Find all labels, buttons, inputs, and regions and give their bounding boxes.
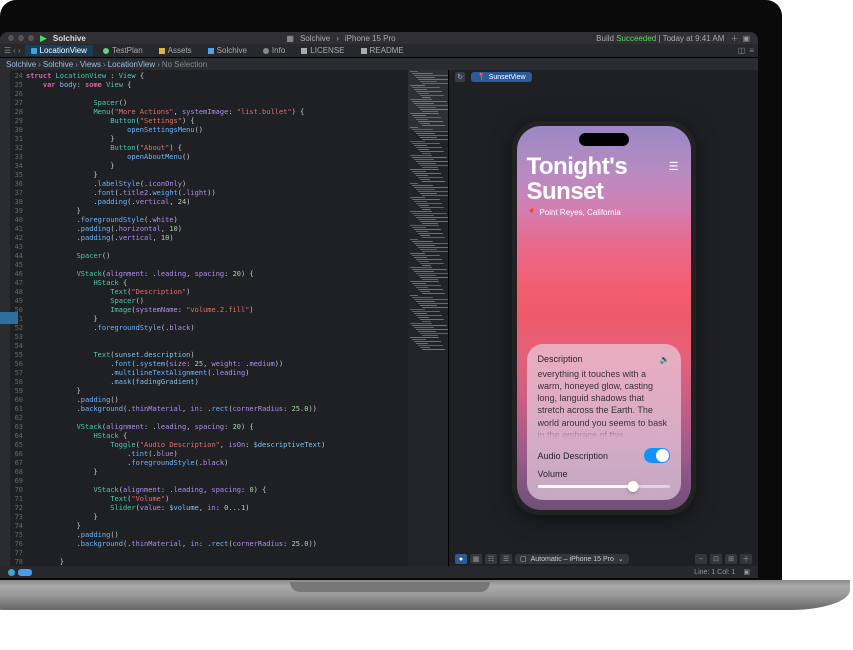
tab-solchive[interactable]: Solchive bbox=[202, 45, 253, 56]
titlebar: ▶ Solchive ▦ Solchive › iPhone 15 Pro Bu… bbox=[0, 32, 758, 44]
scheme-name[interactable]: Solchive bbox=[53, 34, 86, 43]
filter-pill[interactable] bbox=[18, 569, 32, 576]
library-button[interactable]: ▣ bbox=[742, 34, 750, 43]
build-status: Build Succeeded | Today at 9:41 AM bbox=[596, 34, 724, 43]
dynamic-island bbox=[579, 133, 629, 146]
swift-icon bbox=[31, 48, 37, 54]
window-controls[interactable] bbox=[8, 35, 34, 41]
audio-description-toggle[interactable] bbox=[644, 448, 670, 463]
run-button[interactable]: ▶ bbox=[40, 33, 47, 44]
preview-refresh-button[interactable]: ↻ bbox=[455, 72, 465, 82]
nav-forward-icon[interactable]: › bbox=[18, 46, 21, 55]
txt-icon bbox=[361, 48, 367, 54]
inspector-toggle-icon[interactable]: ▣ bbox=[743, 569, 750, 576]
preview-panel: ↻ 📍 SunsetView ☰ bbox=[448, 70, 758, 566]
filter-icon[interactable] bbox=[8, 569, 15, 576]
xcode-window: ▶ Solchive ▦ Solchive › iPhone 15 Pro Bu… bbox=[0, 32, 758, 578]
assets-icon bbox=[159, 48, 165, 54]
tabbar: ☰ ‹ › LocationView TestPlan Assets Solchive… bbox=[0, 44, 758, 58]
zoom-fit-button[interactable]: ⊡ bbox=[710, 554, 722, 564]
volume-slider[interactable] bbox=[538, 485, 670, 488]
location-label: 📍 Point Reyes, California bbox=[527, 208, 681, 217]
txt-icon bbox=[301, 48, 307, 54]
zoom-out-button[interactable]: − bbox=[695, 554, 707, 564]
breadcrumb-scheme[interactable]: Solchive bbox=[300, 34, 330, 43]
device-selector[interactable]: ▢Automatic – iPhone 15 Pro⌄ bbox=[515, 554, 629, 564]
editor-options-icon[interactable]: ≡ bbox=[749, 46, 754, 55]
jump-bar[interactable]: Solchive › Solchive › Views › LocationVi… bbox=[0, 58, 758, 70]
variants-button[interactable]: ☷ bbox=[485, 554, 497, 564]
laptop-notch bbox=[290, 582, 490, 592]
add-button[interactable]: ＋ bbox=[730, 33, 738, 44]
tab-license[interactable]: LICENSE bbox=[295, 45, 350, 56]
zoom-actual-button[interactable]: ⊞ bbox=[725, 554, 737, 564]
description-card: Description 🔊 everything it touches with… bbox=[527, 344, 681, 500]
pin-icon: 📍 bbox=[477, 73, 486, 81]
device-frame: ☰ Tonight's Sunset 📍 Point Reyes, Califo… bbox=[512, 121, 696, 515]
tab-testplan[interactable]: TestPlan bbox=[97, 45, 149, 56]
info-icon bbox=[263, 48, 269, 54]
device-settings-button[interactable]: ☰ bbox=[500, 554, 512, 564]
proj-icon bbox=[208, 48, 214, 54]
tab-locationview[interactable]: LocationView bbox=[25, 45, 93, 56]
cursor-position: Line: 1 Col: 1 ▣ bbox=[694, 568, 750, 576]
preview-canvas[interactable]: ☰ Tonight's Sunset 📍 Point Reyes, Califo… bbox=[449, 84, 758, 552]
description-text: everything it touches with a warm, honey… bbox=[538, 368, 670, 438]
breadcrumb-scheme-icon: ▦ bbox=[286, 34, 294, 43]
split-editor-icon[interactable]: ◫ bbox=[738, 46, 746, 55]
preview-selector[interactable]: 📍 SunsetView bbox=[471, 72, 532, 82]
location-pin-icon: 📍 bbox=[527, 208, 537, 217]
tab-assets[interactable]: Assets bbox=[153, 45, 198, 56]
speaker-icon[interactable]: 🔊 bbox=[660, 355, 670, 364]
audio-description-label: Audio Description bbox=[538, 451, 609, 461]
app-title: Tonight's Sunset bbox=[527, 154, 681, 204]
breadcrumb-device[interactable]: iPhone 15 Pro bbox=[345, 34, 396, 43]
tab-readme[interactable]: README bbox=[355, 45, 410, 56]
description-heading: Description bbox=[538, 354, 583, 364]
tab-info[interactable]: Info bbox=[257, 45, 291, 56]
volume-label: Volume bbox=[538, 469, 568, 479]
sidebar-toggle-icon[interactable]: ☰ bbox=[4, 46, 11, 55]
status-bar: Line: 1 Col: 1 ▣ bbox=[0, 566, 758, 578]
zoom-in-button[interactable]: ＋ bbox=[740, 554, 752, 564]
list-icon[interactable]: ☰ bbox=[669, 160, 679, 173]
test-icon bbox=[103, 48, 109, 54]
selectable-preview-button[interactable]: ▦ bbox=[470, 554, 482, 564]
nav-back-icon[interactable]: ‹ bbox=[13, 46, 16, 55]
live-preview-button[interactable]: ● bbox=[455, 554, 467, 564]
code-editor[interactable]: struct LocationView : View { var body: s… bbox=[26, 70, 408, 566]
minimap[interactable] bbox=[408, 70, 448, 566]
issue-indicator[interactable] bbox=[0, 312, 18, 324]
